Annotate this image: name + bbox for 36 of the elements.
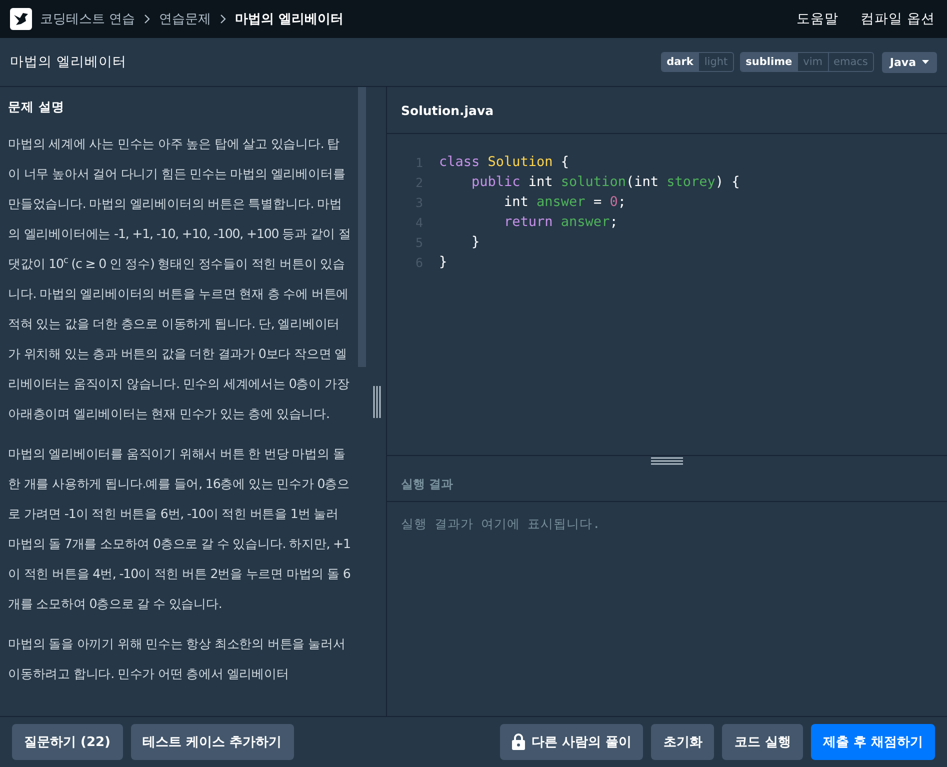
lock-icon bbox=[512, 733, 526, 750]
file-tab[interactable]: Solution.java bbox=[401, 102, 494, 118]
breadcrumb-link[interactable]: 연습문제 bbox=[159, 10, 212, 28]
resize-handle[interactable] bbox=[651, 456, 683, 466]
theme-toggle[interactable]: dark bbox=[662, 53, 700, 71]
nav-link[interactable]: 도움말 bbox=[796, 10, 839, 28]
code-line: } bbox=[439, 254, 448, 270]
code-line: class Solution { bbox=[439, 154, 570, 170]
solutions-button[interactable]: 다른 사람의 풀이 bbox=[500, 724, 644, 760]
section-heading: 문제 설명 bbox=[8, 99, 66, 116]
result-output: 실행 결과가 여기에 표시됩니다. bbox=[400, 515, 602, 533]
language-dropdown[interactable]: Java bbox=[882, 52, 937, 72]
code-line: int answer = 0; bbox=[503, 194, 626, 210]
chevron-icon bbox=[143, 14, 152, 24]
code-line: public int solution(int storey) { bbox=[470, 174, 740, 190]
code-line: return answer; bbox=[503, 214, 618, 230]
description-paragraph: 마법의 엘리베이터를 움직이기 위해서 버튼 한 번당 마법의 돌 한 개를 사용하게 됩니다.예를 들어, 16층에 있는 민수가 0층으로 가려면 -1이 적힌 버튼을 6번, -10이 적힌 버튼을 1번 눌러 마법의 돌 7개를 소모하여 0층으로 갈 수 있습니다. 하지만, +1이 적힌 버튼을 4번, -10이 적힌 버튼 2번을 누르면 마법의 돌 6개를 소모하여 0층으로 갈 수 있습니다. bbox=[8, 445, 352, 613]
breadcrumb-link[interactable]: 마법의 엘리베이터 bbox=[235, 10, 344, 28]
description-paragraph: 마법의 돌을 아끼기 위해 민수는 항상 최소한의 버튼을 눌러서 이동하려고 합니다. 민수가 어떤 층에서 엘리베이터 bbox=[8, 635, 346, 683]
footer-button[interactable]: 코드 실행 bbox=[722, 724, 803, 760]
logo-icon[interactable] bbox=[10, 8, 32, 30]
chevron-icon bbox=[219, 14, 228, 24]
result-heading: 실행 결과 bbox=[401, 476, 454, 493]
nav-link[interactable]: 컴파일 옵션 bbox=[860, 10, 935, 28]
breadcrumb-link[interactable]: 코딩테스트 연습 bbox=[40, 10, 136, 28]
footer-button[interactable]: 질문하기 (22) bbox=[12, 724, 122, 760]
caret-icon bbox=[922, 60, 929, 64]
scrollbar-thumb[interactable] bbox=[358, 87, 366, 367]
problem-title: 마법의 엘리베이터 bbox=[10, 53, 126, 71]
footer-button[interactable]: 초기화 bbox=[651, 724, 714, 760]
keymap-toggle[interactable]: sublime bbox=[740, 53, 798, 71]
submit-button[interactable]: 제출 후 채점하기 bbox=[810, 724, 935, 760]
resize-handle[interactable] bbox=[373, 386, 383, 418]
footer-button[interactable]: 테스트 케이스 추가하기 bbox=[130, 724, 294, 760]
code-line: } bbox=[470, 234, 480, 250]
description-paragraph: 마법의 세계에 사는 민수는 아주 높은 탑에 살고 있습니다. 탑이 너무 높아서 걸어 다니기 힘든 민수는 마법의 엘리베이터를 만들었습니다. 마법의 엘리베이터의 버튼은 특별합니다. 마법의 엘리베이터에는 -1, +1, -10, +10, -100, +100 등과 같이 절댓값이 10$^{c}$ (c ≥ 0 인 정수) 형태인 정수들이 적힌 버튼이 있습니다. 마법의 엘리베이터의 버튼을 누르면 현재 층 수에 버튼에 적혀 있는 값을 더한 층으로 이동하게 됩니다. 단, 엘리베이터가 위치해 있는 층과 버튼의 값을 더한 결과가 0보다 작으면 엘리베이터는 움직이지 않습니다. 민수의 세계에서는 0층이 가장 아래층이며 엘리베이터는 현재 민수가 있는 층에 있습니다. bbox=[8, 135, 352, 423]
